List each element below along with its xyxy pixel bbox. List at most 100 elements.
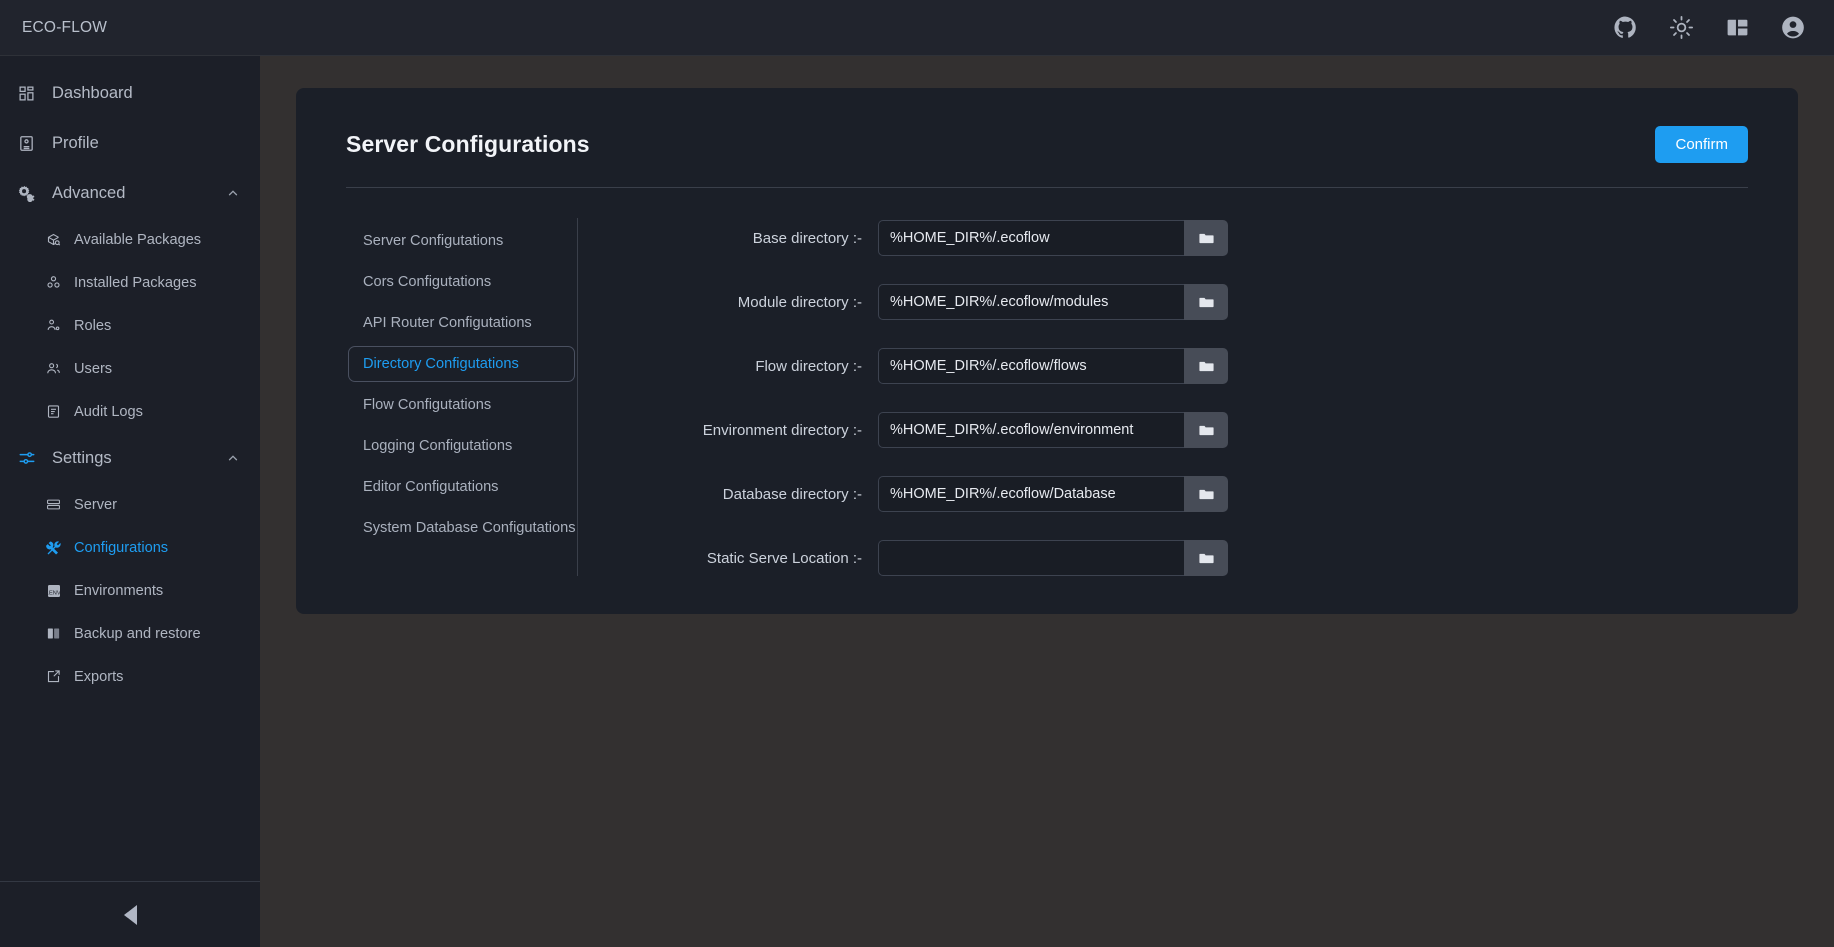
field-row-database-directory: Database directory :-: [648, 476, 1748, 512]
tab-server-configurations[interactable]: Server Configutations: [348, 223, 575, 259]
audit-log-icon: [46, 404, 70, 419]
folder-icon: [1198, 550, 1215, 567]
app-body: Dashboard Profile Advanced Available Pac…: [0, 56, 1834, 947]
field-label: Static Serve Location :-: [706, 549, 862, 567]
tools-icon: [46, 540, 70, 556]
sun-icon[interactable]: [1668, 15, 1694, 41]
field-row-base-directory: Base directory :-: [648, 220, 1748, 256]
field-row-flow-directory: Flow directory :-: [648, 348, 1748, 384]
browse-folder-button[interactable]: [1184, 412, 1228, 448]
confirm-button[interactable]: Confirm: [1655, 126, 1748, 163]
sidebar-item-label: Roles: [74, 317, 112, 334]
sidebar-item-label: Installed Packages: [74, 274, 197, 291]
base-directory-input[interactable]: [878, 220, 1184, 256]
sidebar-item-label: Settings: [52, 448, 112, 467]
layout-panel-icon[interactable]: [1724, 15, 1750, 41]
svg-text:.ENV: .ENV: [47, 590, 60, 596]
github-icon[interactable]: [1612, 15, 1638, 41]
browse-folder-button[interactable]: [1184, 476, 1228, 512]
sidebar-item-label: Server: [74, 496, 117, 513]
topbar-icon-group: [1612, 15, 1834, 41]
tab-directory-configurations[interactable]: Directory Configutations: [348, 346, 575, 382]
input-group: [878, 540, 1228, 576]
sidebar-item-roles[interactable]: Roles: [0, 304, 260, 347]
browse-folder-button[interactable]: [1184, 220, 1228, 256]
tab-system-database-configurations[interactable]: System Database Configutations: [348, 510, 576, 546]
chevron-up-icon[interactable]: [224, 451, 242, 465]
tab-api-router-configurations[interactable]: API Router Configutations: [348, 305, 575, 341]
folder-icon: [1198, 486, 1215, 503]
sidebar-item-available-packages[interactable]: Available Packages: [0, 218, 260, 261]
config-tab-list: Server Configutations Cors Configutation…: [346, 218, 578, 576]
flow-directory-input[interactable]: [878, 348, 1184, 384]
sidebar-item-label: Available Packages: [74, 231, 202, 248]
folder-icon: [1198, 230, 1215, 247]
sidebar-nav: Dashboard Profile Advanced Available Pac…: [0, 56, 260, 881]
top-bar: ECO-FLOW: [0, 0, 1834, 56]
collapse-sidebar-button[interactable]: [0, 881, 260, 947]
sidebar-item-exports[interactable]: Exports: [0, 655, 260, 698]
packages-stack-icon: [46, 275, 70, 290]
field-row-module-directory: Module directory :-: [648, 284, 1748, 320]
sidebar-item-dashboard[interactable]: Dashboard: [0, 68, 260, 118]
dashboard-grid-icon: [18, 85, 46, 102]
sidebar-item-installed-packages[interactable]: Installed Packages: [0, 261, 260, 304]
sidebar-item-label: Configurations: [74, 539, 169, 556]
browse-folder-button[interactable]: [1184, 540, 1228, 576]
backup-restore-icon: [46, 626, 70, 641]
sidebar-item-profile[interactable]: Profile: [0, 118, 260, 168]
static-serve-location-input[interactable]: [878, 540, 1184, 576]
field-row-environment-directory: Environment directory :-: [648, 412, 1748, 448]
brand-title: ECO-FLOW: [22, 18, 108, 36]
page-title: Server Configurations: [346, 131, 590, 157]
browse-folder-button[interactable]: [1184, 348, 1228, 384]
advanced-gear-icon: [18, 184, 46, 202]
field-label: Database directory :-: [722, 485, 862, 503]
field-label: Flow directory :-: [755, 357, 862, 375]
input-group: [878, 412, 1228, 448]
collapse-sidebar-triangle-icon: [123, 904, 137, 925]
sidebar-item-label: Users: [74, 360, 113, 377]
main-content: Server Configurations Confirm Server Con…: [260, 56, 1834, 947]
sidebar-item-label: Exports: [74, 668, 124, 685]
input-group: [878, 220, 1228, 256]
sidebar-item-backup-and-restore[interactable]: Backup and restore: [0, 612, 260, 655]
tab-logging-configurations[interactable]: Logging Configutations: [348, 428, 575, 464]
database-directory-input[interactable]: [878, 476, 1184, 512]
tab-editor-configurations[interactable]: Editor Configutations: [348, 469, 575, 505]
browse-folder-button[interactable]: [1184, 284, 1228, 320]
sidebar-item-settings[interactable]: Settings: [0, 433, 260, 483]
sidebar-item-label: Profile: [52, 133, 99, 152]
sidebar-item-label: Environments: [74, 582, 164, 599]
tab-flow-configurations[interactable]: Flow Configutations: [348, 387, 575, 423]
chevron-up-icon[interactable]: [224, 186, 242, 200]
user-role-icon: [46, 318, 70, 333]
folder-icon: [1198, 422, 1215, 439]
users-icon: [46, 361, 70, 376]
sidebar-item-server[interactable]: Server: [0, 483, 260, 526]
account-circle-icon[interactable]: [1780, 15, 1806, 41]
field-label: Base directory :-: [752, 229, 862, 247]
input-group: [878, 348, 1228, 384]
field-label: Module directory :-: [737, 293, 862, 311]
folder-icon: [1198, 294, 1215, 311]
module-directory-input[interactable]: [878, 284, 1184, 320]
sidebar-item-label: Advanced: [52, 183, 126, 202]
sidebar-item-label: Backup and restore: [74, 625, 201, 642]
sidebar-item-advanced[interactable]: Advanced: [0, 168, 260, 218]
sidebar-item-label: Dashboard: [52, 83, 133, 102]
package-search-icon: [46, 232, 70, 247]
sidebar-item-audit-logs[interactable]: Audit Logs: [0, 390, 260, 433]
env-file-icon: .ENV: [46, 583, 70, 599]
field-label: Environment directory :-: [702, 421, 862, 439]
export-icon: [46, 669, 70, 684]
server-icon: [46, 497, 70, 512]
sidebar-item-environments[interactable]: .ENV Environments: [0, 569, 260, 612]
input-group: [878, 476, 1228, 512]
tab-cors-configurations[interactable]: Cors Configutations: [348, 264, 575, 300]
environment-directory-input[interactable]: [878, 412, 1184, 448]
app-root: ECO-FLOW Dashboard Profile Advanced Avai…: [0, 0, 1834, 947]
sidebar-item-configurations[interactable]: Configurations: [0, 526, 260, 569]
sidebar-item-users[interactable]: Users: [0, 347, 260, 390]
sidebar-item-label: Audit Logs: [74, 403, 143, 420]
